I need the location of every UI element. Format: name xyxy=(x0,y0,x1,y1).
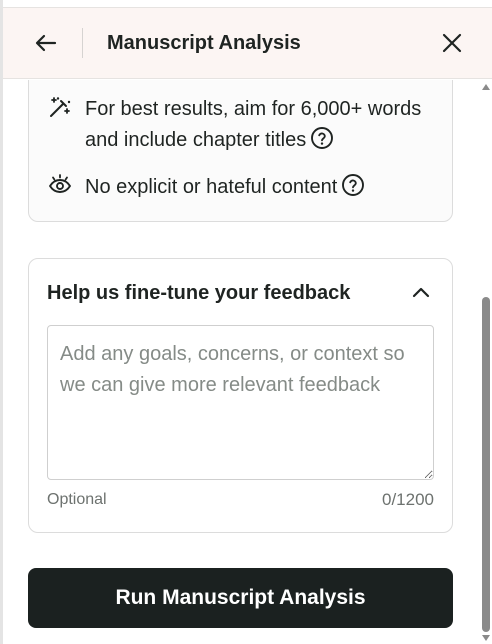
panel-header: Manuscript Analysis xyxy=(3,7,492,79)
feedback-card: Help us fine-tune your feedback Optional… xyxy=(28,258,453,533)
back-button[interactable] xyxy=(31,30,61,56)
help-circle-icon[interactable] xyxy=(341,173,365,197)
header-divider xyxy=(82,28,83,58)
tip-item: No explicit or hateful content xyxy=(47,172,435,203)
character-counter: 0/1200 xyxy=(382,490,434,509)
chevron-up-icon xyxy=(412,287,430,298)
collapse-feedback-button[interactable] xyxy=(408,279,434,305)
scroll-down-arrow-icon[interactable] xyxy=(481,633,491,643)
close-icon xyxy=(442,33,462,53)
optional-label: Optional xyxy=(47,491,107,508)
tips-card: For best results, aim for 6,000+ words a… xyxy=(28,80,453,222)
feedback-textarea[interactable] xyxy=(47,325,434,480)
tip-text: No explicit or hateful content xyxy=(85,176,338,198)
feedback-section-title: Help us fine-tune your feedback xyxy=(47,282,351,304)
tip-item: For best results, aim for 6,000+ words a… xyxy=(47,94,435,156)
tip-text: For best results, aim for 6,000+ words a… xyxy=(85,98,422,151)
arrow-left-icon xyxy=(35,34,57,52)
scroll-up-arrow-icon[interactable] xyxy=(481,82,491,92)
close-button[interactable] xyxy=(438,29,466,57)
magic-wand-icon xyxy=(47,94,73,120)
page-title: Manuscript Analysis xyxy=(107,32,301,54)
panel-scroll-area[interactable]: For best results, aim for 6,000+ words a… xyxy=(3,80,492,644)
manuscript-analysis-panel: Manuscript Analysis For best results, ai… xyxy=(0,0,492,644)
scrollbar-thumb[interactable] xyxy=(482,297,490,632)
eye-icon xyxy=(47,172,73,198)
help-circle-icon[interactable] xyxy=(310,126,334,150)
run-analysis-button[interactable]: Run Manuscript Analysis xyxy=(28,568,453,628)
